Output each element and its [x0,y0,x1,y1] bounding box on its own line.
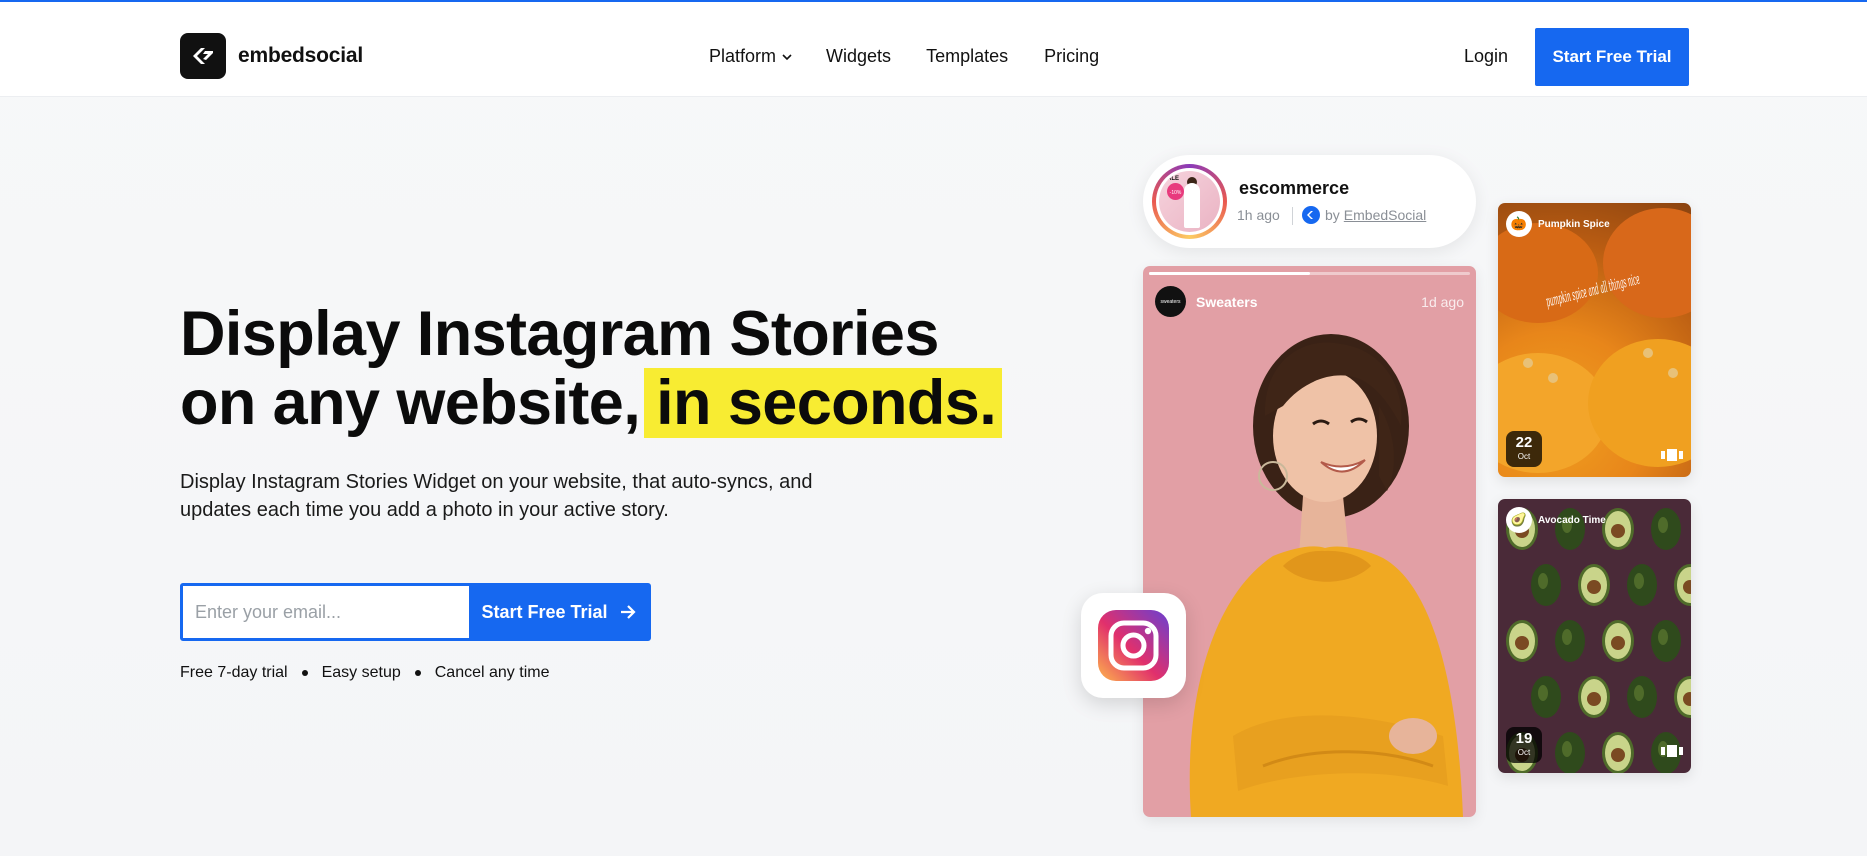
bullet-dot [414,670,421,676]
nav-item-pricing[interactable]: Pricing [1044,46,1099,67]
brand-name: embedsocial [238,44,364,67]
hero-title-highlight: in seconds. [644,368,1003,438]
story-card-title: Avocado Time [1538,515,1606,526]
hero-cta-label: Start Free Trial [481,601,608,622]
profile-name: escommerce [1239,178,1350,198]
hero-title-line-1: Display Instagram Stories [180,299,939,369]
perk-item: Cancel any time [434,664,550,681]
sale-tag-text: SALE [1163,176,1179,182]
main-story-preview[interactable]: sweaters Sweaters 1d ago [1143,266,1476,817]
login-link[interactable]: Login [1464,46,1508,67]
arrow-right-icon [620,605,636,619]
main-nav: Platform Widgets Templates Pricing [709,46,1099,67]
story-card-avocado[interactable]: 🥑 Avocado Time 19 Oct [1498,499,1691,773]
nav-item-platform[interactable]: Platform [709,46,792,67]
nav-platform-label: Platform [709,46,777,66]
profile-time: 1h ago [1237,207,1280,223]
chevron-down-icon [782,54,792,61]
embedsocial-link[interactable]: EmbedSocial [1344,207,1427,223]
perk-item: Easy setup [321,664,401,681]
embedsocial-logo-icon [180,33,226,79]
trial-perks: Free 7-day trial Easy setup Cancel any t… [180,664,549,682]
signup-form: Start Free Trial [180,583,651,641]
story-progress-fill [1149,272,1310,275]
hero-start-trial-button[interactable]: Start Free Trial [469,586,648,638]
logo-link[interactable]: embedsocial [180,33,363,79]
gallery-icon [1661,745,1683,757]
site-header: embedsocial Platform Widgets Templates P… [0,2,1867,97]
story-card-pumpkin[interactable]: pumpkin spice and all things nice 🎃 Pump… [1498,203,1691,477]
email-input[interactable] [183,586,469,638]
discount-badge-text: -10% [1170,190,1182,196]
nav-item-widgets[interactable]: Widgets [826,46,891,67]
pumpkin-icon: 🎃 [1506,211,1532,237]
gallery-icon [1661,449,1683,461]
sweater-woman-image [1189,334,1463,817]
story-card-title: Pumpkin Spice [1538,219,1610,230]
embedsocial-badge-icon [1302,206,1320,224]
profile-avatar: -10% SALE [1159,171,1220,232]
hero-title-plain: on any website, [180,368,641,438]
nav-item-templates[interactable]: Templates [926,46,1008,67]
story-date-badge: 22 Oct [1506,431,1542,467]
by-prefix: by [1325,207,1340,223]
story-avatar-ring: -10% SALE [1152,164,1227,239]
story-profile-card[interactable]: -10% SALE escommerce 1h ago by EmbedSoci… [1143,155,1476,248]
discount-badge: -10% [1167,183,1184,200]
story-date-badge: 19 Oct [1506,727,1542,763]
hero-title: Display Instagram Stories on any website… [180,300,1040,438]
instagram-icon [1098,610,1169,681]
divider [1292,207,1293,225]
avocado-icon: 🥑 [1506,507,1532,533]
story-progress-bar [1149,272,1470,275]
hero-title-line-2: on any website, in seconds. [180,368,1040,438]
instagram-logo-tile [1081,593,1186,698]
story-username: Sweaters [1196,294,1258,310]
bullet-dot [301,670,308,676]
story-user-avatar: sweaters [1155,286,1186,317]
hero-subtitle: Display Instagram Stories Widget on your… [180,471,813,521]
perk-item: Free 7-day trial [180,664,288,681]
powered-by: by EmbedSocial [1302,206,1426,224]
story-time: 1d ago [1421,294,1464,310]
header-start-trial-button[interactable]: Start Free Trial [1535,28,1689,86]
